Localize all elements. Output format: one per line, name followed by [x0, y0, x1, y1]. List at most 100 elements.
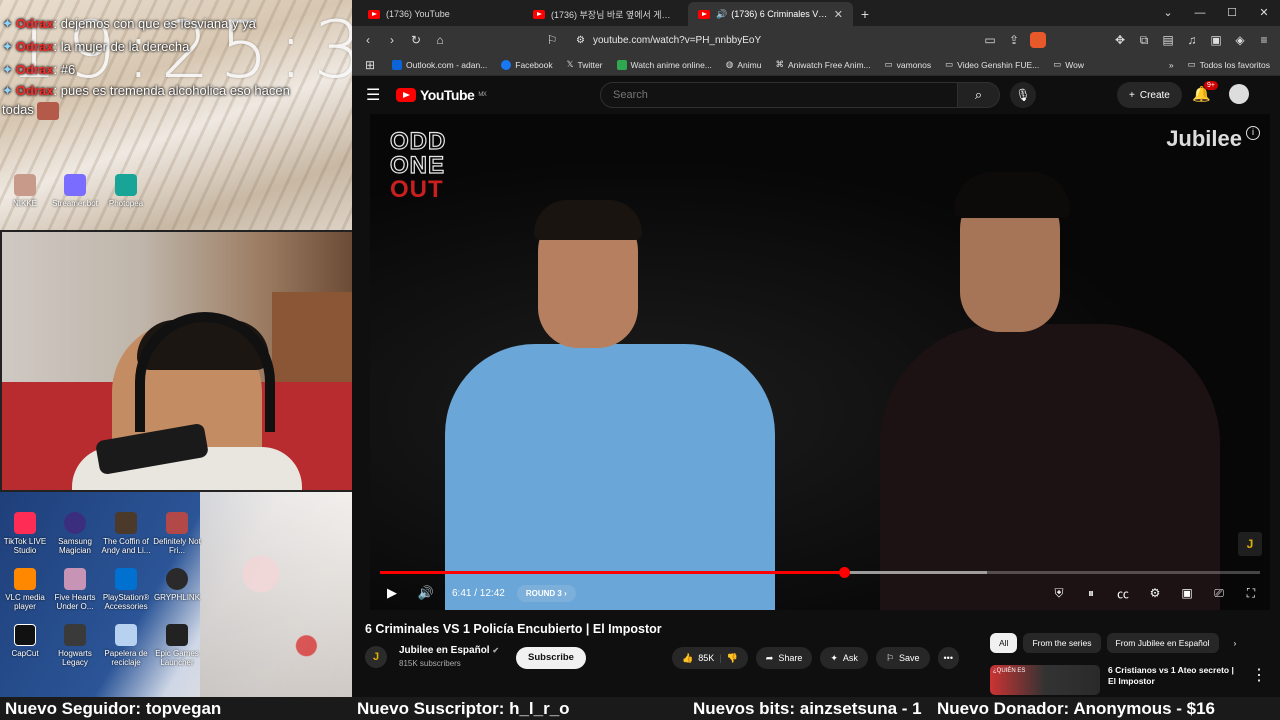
more-vert-icon[interactable]: ⋮: [1251, 665, 1267, 695]
volume-icon[interactable]: 🔊: [414, 581, 438, 605]
save-button[interactable]: ⚐ Save: [875, 647, 930, 669]
desktop-icon-photopea[interactable]: Photopea: [101, 174, 151, 208]
bookmark-item[interactable]: 𝕏 Twitter: [567, 59, 603, 70]
extension-icon[interactable]: ✥: [1112, 32, 1128, 48]
address-bar[interactable]: ⚙ youtube.com/watch?v=PH_nnbbyEoY: [568, 29, 974, 51]
maximize-button[interactable]: ☐: [1216, 0, 1248, 26]
forward-icon[interactable]: ›: [384, 32, 400, 48]
desktop-icon-epic-games[interactable]: Epic Games Launcher: [152, 624, 202, 667]
voice-search-button[interactable]: 🎙: [1010, 82, 1036, 108]
tab-search-icon[interactable]: ⌄: [1152, 0, 1184, 26]
desktop-icon-label: VLC media player: [5, 593, 45, 611]
browser-tab-active[interactable]: 🔊 (1736) 6 Criminales VS 1 Polic ✕: [688, 2, 853, 26]
share-button[interactable]: ➦ Share: [755, 647, 813, 669]
person-right-hair: [954, 172, 1070, 218]
chip-from-channel[interactable]: From Jubilee en Español: [1106, 633, 1219, 653]
desktop-icon-coffin[interactable]: The Coffin of Andy and Li...: [101, 512, 151, 555]
desktop-icon-nikke[interactable]: NIKKE: [0, 174, 50, 208]
all-bookmarks[interactable]: ▭ Todos los favoritos: [1188, 59, 1270, 70]
close-window-button[interactable]: ✕: [1248, 0, 1280, 26]
player-controls: ▶ 🔊 6:41 / 12:42 ROUND 3 › ⛨ ⏸ ㏄ ⚙ ▣ ⎚ ⛶: [370, 580, 1270, 606]
related-video-title[interactable]: 6 Cristianos vs 1 Ateo secreto | El Impo…: [1108, 665, 1243, 695]
settings-gear-icon[interactable]: ⚙: [1146, 586, 1164, 600]
chevron-right-icon[interactable]: ›: [1225, 633, 1246, 653]
subscribe-button[interactable]: Subscribe: [516, 647, 586, 669]
minimize-button[interactable]: —: [1184, 0, 1216, 26]
desktop-icon-vlc[interactable]: VLC media player: [0, 568, 50, 611]
channel-avatar[interactable]: J: [365, 645, 387, 668]
related-video[interactable]: ¿QUIÉN ES 6 Cristianos vs 1 Ateo secreto…: [990, 665, 1267, 695]
fullscreen-icon[interactable]: ⛶: [1242, 586, 1260, 601]
desktop-icon-definitely-not[interactable]: Definitely Not Fri...: [152, 512, 202, 555]
chevron-right-icon[interactable]: »: [1169, 60, 1174, 70]
desktop-icon-tiktok[interactable]: TikTok LIVE Studio: [0, 512, 50, 555]
apps-grid-icon[interactable]: ⊞: [362, 57, 378, 73]
bookmark-save-icon: ⚐: [885, 652, 895, 663]
puzzle-icon[interactable]: ⧉: [1136, 32, 1152, 48]
cast-icon[interactable]: ⎚: [1210, 586, 1228, 601]
bookmark-label: Aniwatch Free Anim...: [787, 59, 871, 70]
scrubber-handle[interactable]: [838, 567, 850, 578]
hamburger-menu-icon[interactable]: ☰: [366, 85, 390, 105]
create-button[interactable]: + Create: [1117, 82, 1182, 108]
home-icon[interactable]: ⌂: [432, 32, 448, 48]
vpn-icon[interactable]: ◈: [1232, 32, 1248, 48]
channel-name[interactable]: Jubilee en Español: [399, 645, 490, 656]
bookmark-item[interactable]: ▭ vamonos: [885, 59, 932, 70]
music-icon[interactable]: ♫: [1184, 32, 1200, 48]
autoplay-toggle-icon[interactable]: ⏸: [1082, 586, 1100, 601]
chapter-button[interactable]: ROUND 3 ›: [516, 584, 576, 602]
wallet-icon[interactable]: ▣: [1208, 32, 1224, 48]
youtube-logo[interactable]: YouTube MX: [396, 87, 487, 103]
share-icon[interactable]: ⇪: [1006, 32, 1022, 48]
avatar[interactable]: [1229, 84, 1249, 104]
search-input[interactable]: [600, 82, 958, 108]
desktop-icon-gryphlink[interactable]: GRYPHLINK: [152, 568, 202, 602]
video-player[interactable]: ODD ONE OUT Jubilee i J ▶ 🔊 6:41 / 12:42…: [370, 114, 1270, 610]
bookmark-item[interactable]: Watch anime online...: [616, 59, 712, 70]
desktop-icon-samsung-magician[interactable]: Samsung Magician: [50, 512, 100, 555]
sidebar-icon[interactable]: ▤: [1160, 32, 1176, 48]
back-icon[interactable]: ‹: [360, 32, 376, 48]
new-tab-button[interactable]: +: [853, 2, 877, 26]
browser-tab[interactable]: (1736) YouTube: [358, 2, 523, 26]
nikke-icon: [14, 174, 36, 196]
youtube-play-icon: [396, 88, 416, 102]
bookmark-icon[interactable]: ⚐: [544, 32, 560, 48]
more-actions-button[interactable]: •••: [937, 647, 959, 669]
menu-icon[interactable]: ≡: [1256, 32, 1272, 48]
bookmark-item[interactable]: ⌘ Aniwatch Free Anim...: [775, 59, 870, 70]
search-button[interactable]: ⌕: [958, 82, 1000, 108]
bookmark-item[interactable]: Outlook.com - adan...: [392, 59, 487, 70]
desktop-icon-playstation[interactable]: PlayStation® Accessories: [101, 568, 151, 611]
desktop-icon-five-hearts[interactable]: Five Hearts Under O...: [50, 568, 100, 611]
like-button[interactable]: 👍 85K | 👎: [672, 647, 748, 669]
bookmark-item[interactable]: ▭ Video Genshin FUE...: [945, 59, 1039, 70]
related-video-thumbnail[interactable]: ¿QUIÉN ES: [990, 665, 1100, 695]
screen-icon[interactable]: ▭: [982, 32, 998, 48]
ask-button[interactable]: ✦ Ask: [820, 647, 868, 669]
browser-tab[interactable]: (1736) 부장님 바로 옆에서 게임해도: [523, 2, 688, 26]
channel-info[interactable]: J Jubilee en Español ✔ 815K subscribers: [365, 645, 499, 668]
desktop-icon-hogwarts[interactable]: Hogwarts Legacy: [50, 624, 100, 667]
site-info-icon[interactable]: ⚙: [576, 35, 585, 46]
chip-from-series[interactable]: From the series: [1023, 633, 1101, 653]
bookmark-item[interactable]: ▭ Wow: [1053, 59, 1084, 70]
thumbs-down-icon[interactable]: 👎: [727, 653, 738, 664]
chip-all[interactable]: All: [990, 633, 1018, 653]
info-icon[interactable]: i: [1246, 126, 1260, 140]
desktop-icon-recycle-bin[interactable]: Papelera de reciclaje: [101, 624, 151, 667]
channel-watermark-icon[interactable]: J: [1238, 532, 1262, 556]
reload-icon[interactable]: ↻: [408, 32, 424, 48]
captions-icon[interactable]: ㏄: [1114, 585, 1132, 602]
close-tab-icon[interactable]: ✕: [834, 8, 843, 21]
desktop-icon-streamerbot[interactable]: Streamer.bot: [50, 174, 100, 208]
bookmark-item[interactable]: ◍ Animu: [726, 59, 762, 70]
brave-shield-icon[interactable]: [1030, 32, 1046, 48]
bookmark-item[interactable]: Facebook: [501, 59, 553, 70]
miniplayer-icon[interactable]: ▣: [1178, 586, 1196, 600]
shield-icon[interactable]: ⛨: [1050, 586, 1068, 601]
play-icon[interactable]: ▶: [380, 581, 404, 605]
desktop-icon-capcut[interactable]: CapCut: [0, 624, 50, 658]
progress-bar[interactable]: [380, 567, 1260, 578]
